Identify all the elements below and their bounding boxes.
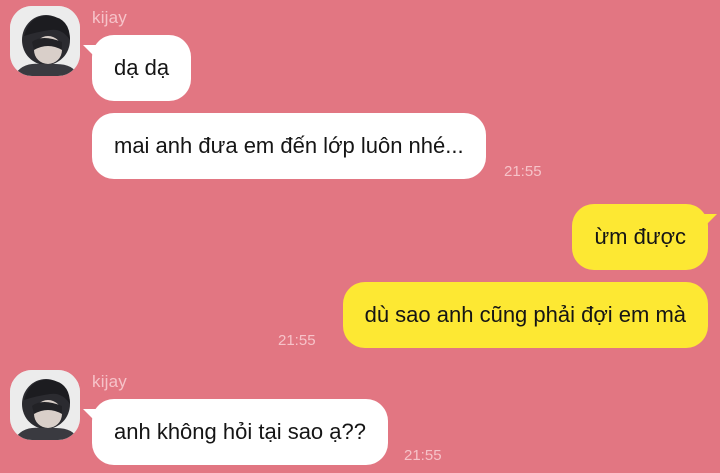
outgoing-message-bubble[interactable]: dù sao anh cũng phải đợi em mà — [342, 282, 708, 348]
incoming-message-bubble[interactable]: dạ dạ — [83, 35, 192, 101]
chat-area[interactable]: kijay dạ dạ mai anh đưa em đến lớp luôn … — [0, 0, 720, 473]
incoming-message-bubble[interactable]: anh không hỏi tại sao ạ?? — [83, 399, 388, 465]
avatar-photo-icon — [10, 370, 80, 440]
message-text: mai anh đưa em đến lớp luôn nhé... — [114, 133, 464, 158]
message-text: dạ dạ — [114, 55, 170, 80]
avatar[interactable] — [10, 370, 80, 440]
avatar[interactable] — [10, 6, 80, 76]
message-text: dù sao anh cũng phải đợi em mà — [364, 302, 686, 327]
incoming-message-bubble[interactable]: mai anh đưa em đến lớp luôn nhé... — [92, 113, 486, 179]
bubble-tail — [83, 409, 97, 423]
outgoing-message-bubble[interactable]: ừm được — [572, 204, 717, 270]
message-timestamp: 21:55 — [278, 332, 316, 349]
message-text: ừm được — [594, 224, 686, 249]
bubble-tail — [703, 214, 717, 228]
sender-name: kijay — [92, 8, 128, 27]
message-timestamp: 21:55 — [504, 163, 542, 180]
message-timestamp: 21:55 — [404, 447, 442, 464]
sender-name: kijay — [92, 372, 128, 391]
bubble-tail — [83, 45, 97, 59]
avatar-photo-icon — [10, 6, 80, 76]
message-text: anh không hỏi tại sao ạ?? — [114, 419, 366, 444]
